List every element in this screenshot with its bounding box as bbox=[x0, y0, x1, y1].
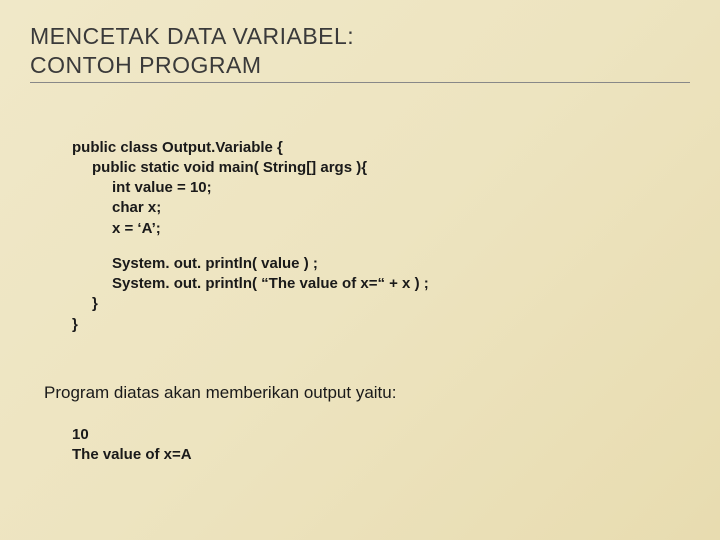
title-line-2: CONTOH PROGRAM bbox=[30, 51, 690, 80]
code-line: char x; bbox=[72, 198, 690, 218]
code-line: public static void main( String[] args )… bbox=[72, 158, 690, 178]
output-line: 10 bbox=[72, 425, 690, 445]
code-example: public class Output.Variable { public st… bbox=[72, 138, 690, 335]
code-line: public class Output.Variable { bbox=[72, 138, 690, 158]
code-line: System. out. println( value ) ; bbox=[72, 254, 690, 274]
code-line: } bbox=[72, 315, 690, 335]
title-line-1: MENCETAK DATA VARIABEL: bbox=[30, 22, 690, 51]
code-line: } bbox=[72, 294, 690, 314]
code-line: x = ‘A’; bbox=[72, 219, 690, 239]
slide-title: MENCETAK DATA VARIABEL: CONTOH PROGRAM bbox=[30, 22, 690, 83]
description-text: Program diatas akan memberikan output ya… bbox=[44, 383, 690, 403]
program-output: 10 The value of x=A bbox=[72, 425, 690, 466]
output-line: The value of x=A bbox=[72, 445, 690, 465]
code-line: System. out. println( “The value of x=“ … bbox=[72, 274, 690, 294]
title-underline bbox=[30, 82, 690, 83]
code-line: int value = 10; bbox=[72, 178, 690, 198]
blank-line bbox=[72, 239, 690, 254]
